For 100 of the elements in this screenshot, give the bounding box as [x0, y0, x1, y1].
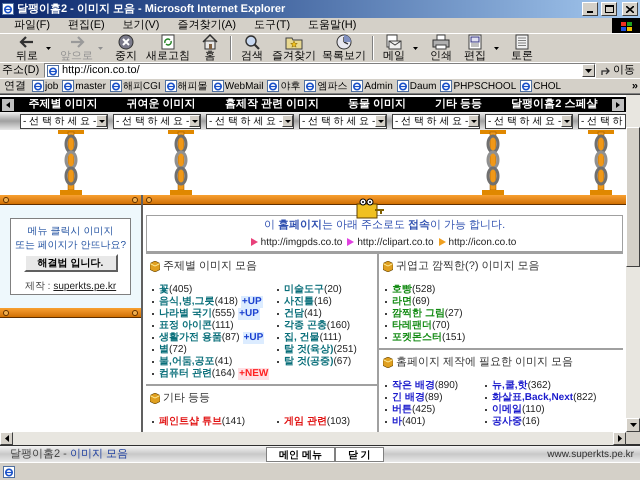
category-link[interactable]: 호빵(528) — [392, 284, 436, 296]
scroll-thumb[interactable] — [626, 127, 640, 267]
toolbar-button[interactable]: 목록보기 — [319, 34, 369, 62]
link[interactable]: master — [62, 79, 106, 93]
category-link[interactable]: 게임 관련(103) — [284, 416, 350, 428]
scroll-down-button[interactable] — [626, 418, 640, 432]
nav-link[interactable]: 귀여운 이미지 — [126, 96, 196, 113]
category-link[interactable]: 불,어둠,공포(41) — [159, 356, 232, 368]
category-link[interactable]: 나라별 국기(555) — [159, 308, 236, 320]
toolbar-button[interactable]: 중지 — [109, 34, 143, 62]
minimize-button[interactable] — [582, 2, 598, 16]
url-link[interactable]: http://clipart.co.to — [357, 234, 434, 250]
select-dropdown[interactable]: - 선 택 하 세 요 - — [392, 114, 480, 128]
menu-item[interactable]: 도구(T) — [248, 17, 296, 34]
menu-item[interactable]: 즐겨찾기(A) — [171, 17, 242, 34]
category-link[interactable]: 화살표,Back,Next(822) — [492, 392, 596, 404]
frame-button[interactable]: 메인 메뉴 — [266, 446, 335, 462]
toolbar-button[interactable]: 인쇄 — [424, 34, 458, 62]
close-button[interactable] — [622, 2, 638, 16]
nav-link[interactable]: 주제별 이미지 — [28, 96, 98, 113]
maximize-button[interactable] — [601, 2, 617, 16]
toolbar-button[interactable]: 검색 — [235, 34, 269, 62]
go-button[interactable]: 이동 — [598, 62, 638, 79]
caret-icon — [284, 120, 291, 122]
scroll-left-button[interactable] — [2, 98, 14, 110]
url-link[interactable]: http://imgpds.co.to — [260, 234, 342, 250]
toolbar-button[interactable]: 편집 — [458, 34, 492, 62]
left-triangle-icon — [6, 102, 10, 108]
menu-item[interactable]: 파일(F) — [8, 17, 56, 34]
toolbar-button[interactable]: 메일 — [377, 34, 411, 62]
address-field[interactable]: http://icon.co.to/ — [44, 63, 596, 78]
category-link[interactable]: 작은 배경(890) — [392, 380, 458, 392]
credit-link[interactable]: superkts.pe.kr — [53, 279, 116, 294]
site-address: www.superkts.pe.kr — [547, 448, 634, 462]
search-icon — [243, 34, 261, 50]
category-link[interactable]: 미술도구(20) — [284, 284, 342, 296]
nav-link[interactable]: 동물 이미지 — [348, 96, 406, 113]
scroll-right-button[interactable] — [613, 432, 626, 445]
nav-link[interactable]: 달팽이홈2 스페샬 — [511, 96, 598, 113]
menu-item[interactable]: 편집(E) — [62, 17, 111, 34]
link[interactable]: 야후 — [267, 79, 300, 93]
category-link[interactable]: 탈 것(육상)(251) — [284, 344, 357, 356]
select-dropdown[interactable]: - 선 택 하 세 요 - — [299, 114, 387, 128]
category-link[interactable]: 집, 건물(111) — [284, 332, 342, 344]
category-link[interactable]: 라면(69) — [392, 296, 430, 308]
category-link[interactable]: 이메일(110) — [492, 404, 545, 416]
toolbar-button[interactable]: 토론 — [505, 34, 539, 62]
category-link[interactable]: 음식,병,그릇(418) — [159, 296, 238, 308]
toolbar-button[interactable]: 뒤로 — [10, 34, 44, 62]
link[interactable]: CHOL — [520, 79, 562, 93]
category-link[interactable]: 별(72) — [159, 344, 187, 356]
category-link[interactable]: 버튼(425) — [392, 404, 436, 416]
url-link[interactable]: http://icon.co.to — [448, 234, 516, 250]
category-link[interactable]: 깜찍한 그림(27) — [392, 308, 463, 320]
category-link[interactable]: 뉴,쿨,핫(362) — [492, 380, 551, 392]
category-link[interactable]: 꽃(405) — [159, 284, 192, 296]
category-link[interactable]: 사진틀(16) — [284, 296, 332, 308]
scroll-left-button[interactable] — [0, 432, 13, 445]
link[interactable]: PHPSCHOOL — [440, 79, 516, 93]
link[interactable]: Daum — [396, 79, 436, 93]
toolbar-button[interactable]: 즐겨찾기 — [269, 34, 319, 62]
nav-link[interactable]: 홈제작 관련 이미지 — [224, 96, 319, 113]
horizontal-scrollbar[interactable] — [0, 432, 626, 445]
category-link[interactable]: 타레팬더(70) — [392, 320, 450, 332]
category-link[interactable]: 건담(41) — [284, 308, 322, 320]
link[interactable]: WebMail — [212, 79, 264, 93]
select-dropdown[interactable]: - 선 택 하 세 요 - — [20, 114, 108, 128]
select-dropdown[interactable]: - 선 택 하 세 요 - — [485, 114, 573, 128]
category-link[interactable]: 컴퓨터 관련(164) — [159, 368, 236, 380]
toolbar-button[interactable]: 홈 — [193, 34, 227, 62]
link[interactable]: 엠파스 — [304, 79, 348, 93]
dropdown-button[interactable] — [582, 64, 595, 77]
link[interactable]: 해피몰 — [164, 79, 208, 93]
link[interactable]: Admin — [351, 79, 393, 93]
chain-drawing — [58, 130, 84, 195]
category-link[interactable]: 페인트샵 튜브(141) — [159, 416, 246, 428]
select-dropdown[interactable]: - 선 택 하 세 요 - — [113, 114, 201, 128]
category-link[interactable]: 포켓몬스터(151) — [392, 332, 466, 344]
menu-item[interactable]: 도움말(H) — [302, 17, 362, 34]
more-links-button[interactable]: » — [632, 79, 638, 93]
down-triangle-icon — [630, 423, 636, 427]
select-dropdown[interactable]: - 선 택 하 세 요 - — [206, 114, 294, 128]
frame-button[interactable]: 닫 기 — [334, 446, 384, 462]
select-dropdown[interactable]: - 선 택 하 — [578, 114, 626, 128]
link[interactable]: job — [32, 79, 58, 93]
toolbar-button[interactable]: 새로고침 — [143, 34, 193, 62]
menu-item[interactable]: 보기(V) — [116, 17, 166, 34]
solution-button[interactable]: 해결법 입니다. — [24, 254, 118, 272]
category-link[interactable]: 표정 아이콘(111) — [159, 320, 234, 332]
link[interactable]: 해피CGI — [110, 79, 161, 93]
category-link[interactable]: 각종 곤충(160) — [284, 320, 350, 332]
category-link[interactable]: 생활가전 용품(87) — [159, 332, 240, 344]
vertical-scrollbar[interactable] — [626, 95, 640, 432]
nav-link[interactable]: 기타 등등 — [435, 96, 482, 113]
category-link[interactable]: 바(401) — [392, 416, 426, 428]
category-link[interactable]: 긴 배경(89) — [392, 392, 443, 404]
category-link[interactable]: 탈 것(공중)(67) — [284, 356, 352, 368]
category-link[interactable]: 공사중(16) — [492, 416, 540, 428]
scroll-right-button[interactable] — [612, 98, 624, 110]
clock-icon — [335, 34, 353, 50]
